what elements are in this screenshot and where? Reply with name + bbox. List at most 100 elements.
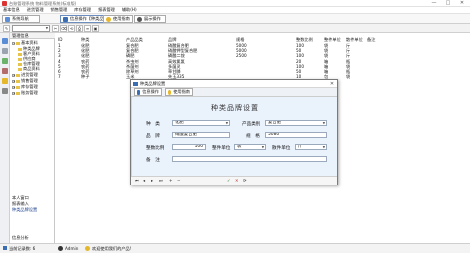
tab-guide[interactable]: 使用指南 bbox=[103, 15, 133, 23]
cancel-icon[interactable]: ✕ bbox=[235, 178, 239, 183]
quick-link-kinds[interactable]: 种类品牌设置 bbox=[12, 207, 37, 213]
spec-input[interactable]: 5080 bbox=[265, 132, 327, 138]
brand-label: 品 牌 bbox=[146, 134, 160, 139]
status-icon bbox=[3, 246, 7, 250]
app-logo-icon bbox=[2, 1, 7, 6]
expander-icon[interactable]: + bbox=[12, 79, 16, 83]
dialog-title-bar[interactable]: 种类品牌设置 ✕ bbox=[131, 80, 337, 88]
spec-label: 规 格 bbox=[246, 134, 260, 139]
user-avatar bbox=[58, 246, 63, 251]
dialog-tab-label: 使用指南 bbox=[173, 89, 190, 94]
list-icon[interactable]: ≡ bbox=[84, 25, 91, 32]
tab-display[interactable]: 展示操作 bbox=[134, 15, 166, 23]
ratio-input[interactable]: 100 bbox=[172, 144, 206, 150]
toolbar-combo[interactable]: ▼ bbox=[12, 25, 50, 32]
tab-label: 展示操作 bbox=[144, 16, 161, 21]
info-icon bbox=[85, 246, 90, 251]
dialog-nav-bar: ⏮ ◂ ▸ ⏭ + − ✓ ✕ ⟳ bbox=[131, 176, 337, 185]
loose-unit-value: 斤 bbox=[298, 144, 303, 149]
brand-input[interactable]: 硝酸复合肥 bbox=[172, 132, 230, 138]
close-window-button[interactable]: ✕ bbox=[455, 0, 469, 7]
tab-label: 使用指南 bbox=[113, 16, 130, 21]
folder-icon bbox=[16, 85, 20, 89]
dialog-tab-guide[interactable]: 使用指南 bbox=[165, 88, 193, 96]
cut-icon[interactable]: ✂ bbox=[52, 25, 59, 32]
gear-icon[interactable] bbox=[2, 88, 8, 94]
status-bar: 当前记录数: 6 Admin 欢迎使用我们的产品! bbox=[0, 243, 470, 253]
prev-record-icon[interactable]: ◂ bbox=[143, 178, 145, 183]
chevron-down-icon: ▼ bbox=[45, 26, 48, 30]
dialog-tab-info[interactable]: 信息操作 bbox=[134, 88, 162, 96]
title-bar: 台账管理系统 物料管理系统(标准版) — □ ✕ bbox=[0, 0, 470, 7]
folder-icon[interactable] bbox=[2, 38, 8, 44]
toolbar: ✎ ▼ ✂ ⌫ ⟲ ⎙ ≡ ▣ bbox=[0, 24, 470, 33]
dialog-icon bbox=[133, 82, 138, 86]
menu-sales[interactable]: 销售管理 bbox=[51, 7, 68, 13]
menu-basic-info[interactable]: 基本信息 bbox=[3, 7, 20, 13]
tree-label: 账务管理 bbox=[21, 90, 38, 95]
loose-unit-label: 散件单位 bbox=[272, 146, 291, 151]
first-record-icon[interactable]: ⏮ bbox=[135, 178, 139, 183]
chevron-down-icon: ▼ bbox=[322, 145, 325, 149]
dialog-form-panel: 种类品牌设置 种 类 化肥 ▼ 产品类别 复合肥 ▼ 品 牌 硝酸复合肥 规 格 5… bbox=[131, 97, 337, 183]
expander-icon[interactable]: + bbox=[12, 85, 16, 89]
dialog-title: 种类品牌设置 bbox=[140, 81, 166, 86]
box-icon[interactable] bbox=[2, 68, 8, 74]
folder-icon bbox=[16, 73, 20, 77]
minimize-button[interactable]: — bbox=[427, 0, 441, 7]
edit-icon[interactable]: ✎ bbox=[3, 25, 10, 32]
unit-label: 整件单位 bbox=[212, 146, 231, 151]
dialog-toolbar: 信息操作 使用指南 bbox=[131, 88, 337, 97]
print-icon[interactable]: ⎙ bbox=[76, 25, 83, 32]
kind-value: 化肥 bbox=[175, 120, 184, 125]
loose-unit-select[interactable]: 斤 ▼ bbox=[295, 144, 327, 150]
menu-inventory[interactable]: 库存管理 bbox=[74, 7, 91, 13]
tree-node-finance[interactable]: + 账务管理 bbox=[12, 90, 38, 96]
expander-icon[interactable]: − bbox=[12, 41, 16, 45]
doc-icon[interactable] bbox=[2, 48, 8, 54]
folder-icon bbox=[16, 91, 20, 95]
tree-footer[interactable]: 信息分析 bbox=[12, 235, 29, 241]
left-icon-rail bbox=[0, 33, 10, 243]
add-record-icon[interactable]: + bbox=[169, 178, 173, 183]
delete-record-icon[interactable]: − bbox=[177, 178, 181, 183]
next-record-icon[interactable]: ▸ bbox=[151, 178, 153, 183]
panel-title: 种类品牌设置 bbox=[211, 104, 259, 112]
guide-icon bbox=[168, 89, 172, 95]
delete-icon[interactable]: ⌫ bbox=[60, 25, 67, 32]
table-cell: 袋 bbox=[346, 74, 351, 80]
chevron-down-icon: ▼ bbox=[322, 121, 325, 125]
star-icon[interactable] bbox=[2, 78, 8, 84]
tree-body: − 基本资料 种类品牌 客户资料 供应商 仓库管理 商品资料 + 进货管理 + 销售管… bbox=[10, 39, 55, 119]
kind-brand-dialog: 种类品牌设置 ✕ 信息操作 使用指南 种类品牌设置 种 类 化肥 ▼ 产品类别 复… bbox=[130, 79, 338, 185]
note-label: 备 注 bbox=[146, 158, 160, 163]
dialog-tab-label: 信息操作 bbox=[142, 89, 159, 94]
dialog-close-button[interactable]: ✕ bbox=[327, 80, 337, 88]
refresh-icon[interactable]: ⟳ bbox=[243, 178, 247, 183]
status-message: 欢迎使用我们的产品! bbox=[92, 246, 132, 251]
folder-icon bbox=[16, 41, 20, 45]
maximize-button[interactable]: □ bbox=[441, 0, 455, 7]
chart-icon[interactable] bbox=[2, 58, 8, 64]
grid-icon[interactable]: ▣ bbox=[92, 25, 99, 32]
menu-purchase[interactable]: 进货管理 bbox=[27, 7, 44, 13]
category-select[interactable]: 复合肥 ▼ bbox=[265, 120, 327, 126]
record-count: 当前记录数: 6 bbox=[9, 246, 36, 251]
expander-icon[interactable]: + bbox=[12, 73, 16, 77]
info-icon bbox=[137, 89, 141, 95]
kind-select[interactable]: 化肥 ▼ bbox=[172, 120, 230, 126]
category-value: 复合肥 bbox=[268, 120, 282, 125]
note-input[interactable] bbox=[172, 156, 327, 162]
unit-select[interactable]: 袋 ▼ bbox=[234, 144, 266, 150]
menu-bar: 基本信息 进货管理 销售管理 库存管理 报表管理 辅助(H) bbox=[0, 7, 470, 14]
menu-help[interactable]: 辅助(H) bbox=[122, 7, 137, 13]
table-cell: 种子 bbox=[81, 74, 90, 80]
save-icon[interactable]: ✓ bbox=[227, 178, 231, 183]
last-record-icon[interactable]: ⏭ bbox=[159, 178, 163, 183]
tab-nav[interactable]: 系统导航 bbox=[2, 15, 40, 23]
undo-icon[interactable]: ⟲ bbox=[68, 25, 75, 32]
expander-icon[interactable]: + bbox=[12, 91, 16, 95]
info-icon bbox=[63, 16, 68, 22]
menu-reports[interactable]: 报表管理 bbox=[98, 7, 115, 13]
folder-icon bbox=[18, 67, 22, 71]
